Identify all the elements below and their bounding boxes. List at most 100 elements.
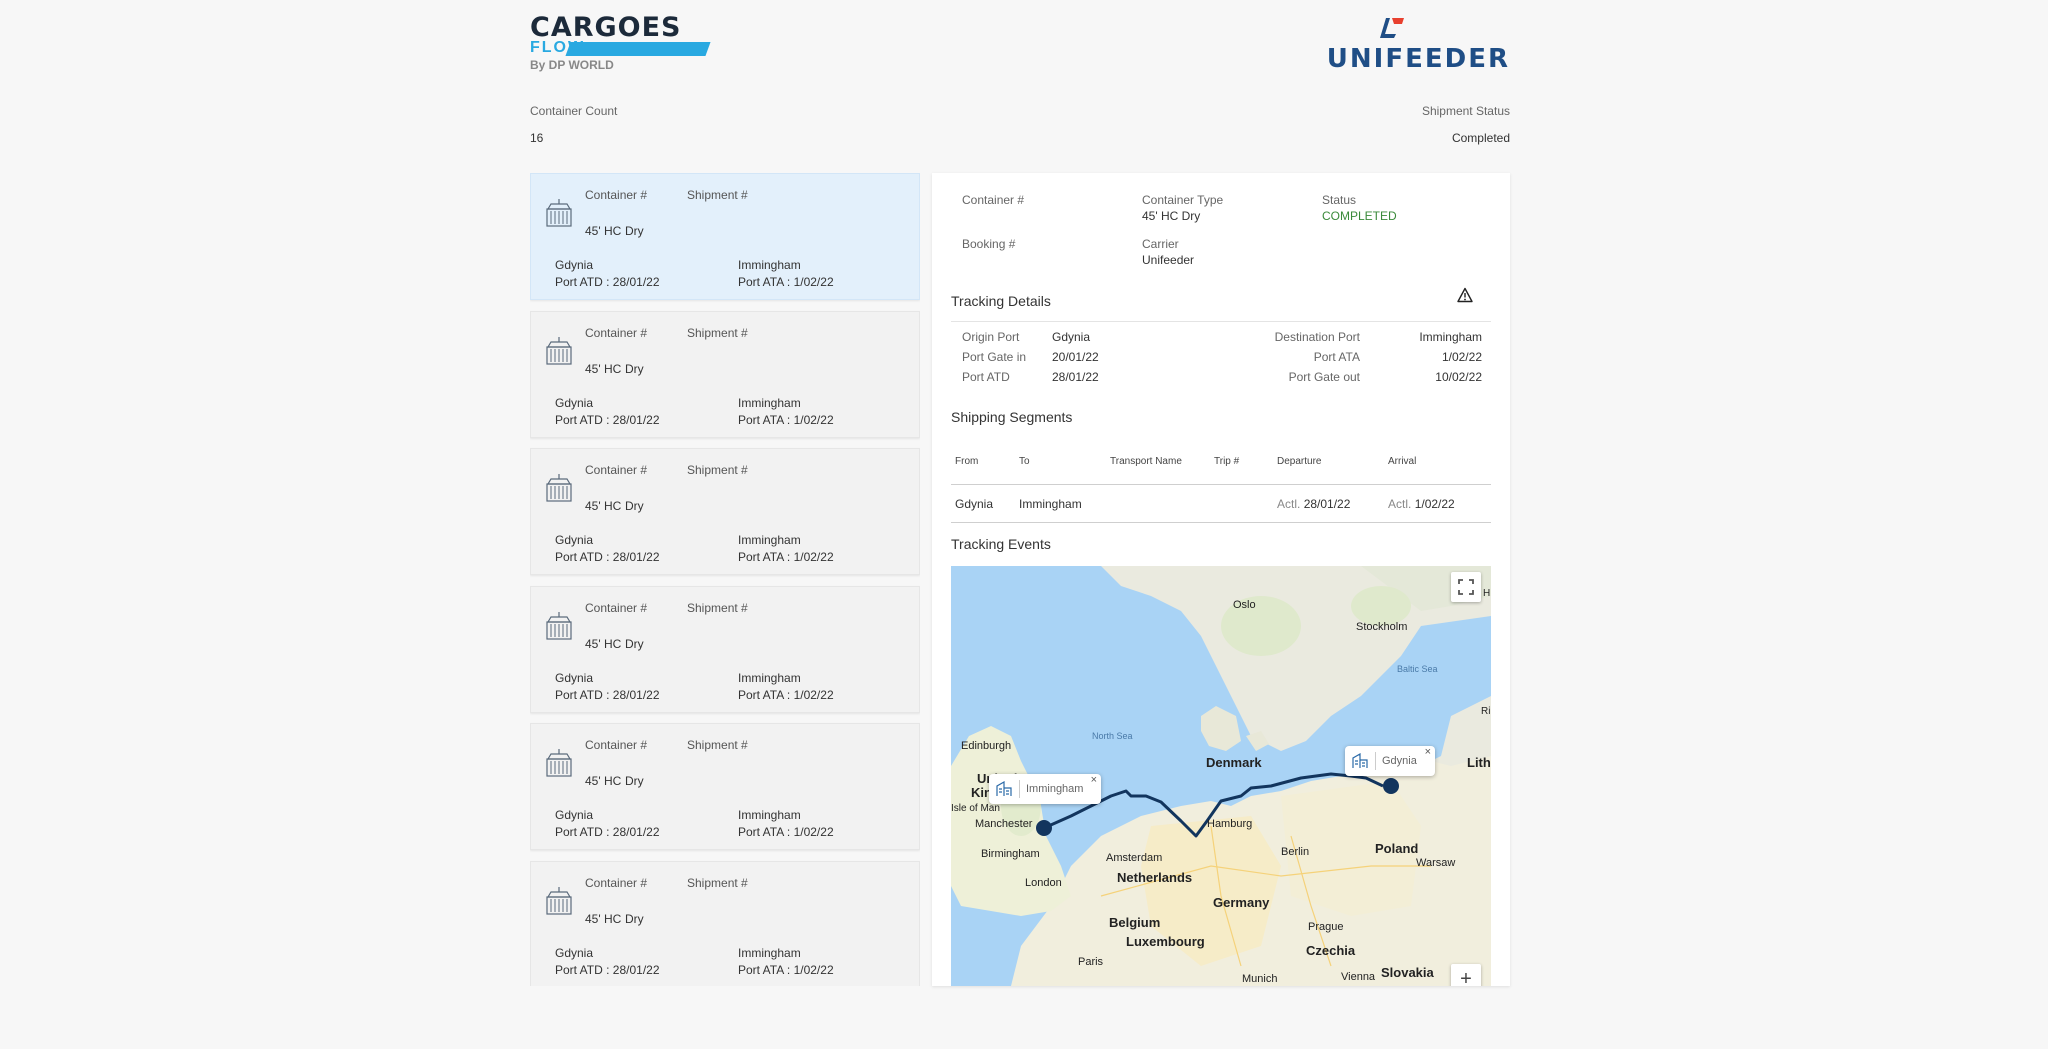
close-icon[interactable]: × (1425, 747, 1431, 758)
col-to: To (1019, 456, 1030, 467)
port-gate-in-value: 20/01/22 (1052, 350, 1099, 364)
destination-port: Immingham (738, 808, 801, 822)
destination-date: Port ATA : 1/02/22 (738, 550, 834, 564)
map-city-manchester: Manchester (975, 818, 1033, 830)
container-number-label: Container # (585, 325, 648, 340)
container-kind: Dry (625, 361, 644, 376)
segment-to: Immingham (1019, 497, 1082, 511)
status-label: Status (1322, 193, 1357, 207)
destination-port: Immingham (738, 258, 801, 272)
gdynia-popup[interactable]: Gdynia × (1345, 746, 1435, 776)
unifeeder-logo: UNIFEEDER (1327, 14, 1510, 74)
carrier-label: Carrier (1142, 237, 1179, 251)
container-card[interactable]: Container # Shipment # 45' HC Dry Gdynia Port… (530, 173, 920, 300)
port-crane-icon (1352, 753, 1368, 768)
immingham-popup[interactable]: Immingham × (989, 774, 1101, 804)
port-ata-value: 1/02/22 (1441, 350, 1482, 364)
map-city-warsaw: Warsaw (1416, 857, 1456, 869)
close-icon[interactable]: × (1091, 775, 1097, 786)
container-size: 45' HC (585, 224, 622, 238)
map-country-czechia: Czechia (1306, 943, 1356, 958)
col-transport-name: Transport Name (1110, 456, 1182, 467)
plus-icon: + (1460, 967, 1472, 987)
container-card[interactable]: Container # Shipment # 45' HC Dry Gdynia Port… (530, 723, 920, 850)
container-size: 45' HC (585, 911, 622, 926)
container-number-label: Container # (962, 193, 1025, 207)
shipment-number-label: Shipment # (687, 738, 748, 752)
shipment-number-label: Shipment # (687, 188, 748, 202)
map-city-london: London (1025, 877, 1062, 889)
col-from: From (955, 456, 979, 467)
container-card[interactable]: Container # Shipment # 45' HC Dry Gdynia Port… (530, 448, 920, 575)
port-atd-value: 28/01/22 (1052, 370, 1099, 384)
map-city-prague: Prague (1308, 921, 1344, 933)
map-city-munich: Munich (1242, 973, 1278, 985)
origin-port-label: Origin Port (962, 330, 1020, 344)
map-country-luxembourg: Luxembourg (1126, 934, 1205, 949)
container-icon (545, 336, 573, 366)
cargoes-flow-logo: CARGOES FLOW By DP WORLD (530, 12, 720, 72)
container-number-label: Container # (585, 600, 648, 615)
container-icon (545, 611, 573, 641)
tracking-map[interactable]: Oslo Stockholm Baltic Sea North Sea Edin… (951, 566, 1491, 986)
destination-port: Immingham (738, 533, 801, 547)
container-size: 45' HC (585, 636, 622, 651)
map-sea-baltic: Baltic Sea (1397, 664, 1438, 674)
destination-port: Immingham (738, 945, 801, 960)
page: CARGOES FLOW By DP WORLD UNIFEEDER Conta… (530, 0, 1510, 1049)
destination-date: Port ATA : 1/02/22 (738, 687, 834, 702)
container-card[interactable]: Container # Shipment # 45' HC Dry Gdynia Port… (530, 585, 920, 713)
container-number-label: Container # (585, 875, 648, 890)
origin-date: Port ATD : 28/01/22 (555, 687, 660, 702)
gdynia-popup-label: Gdynia (1382, 755, 1417, 767)
map-edge-label-1: H (1483, 588, 1491, 599)
fullscreen-button[interactable] (1451, 572, 1481, 602)
map-country-belgium: Belgium (1109, 915, 1161, 930)
flow-wordmark: FLOW (530, 39, 586, 56)
container-list[interactable]: Container # Shipment #45' HC Dry Gdynia Port… (530, 173, 920, 986)
status-value: COMPLETED (1322, 209, 1397, 223)
map-city-paris: Paris (1078, 956, 1104, 968)
container-kind: Dry (625, 636, 644, 651)
unifeeder-wordmark: UNIFEEDER (1326, 44, 1510, 74)
container-detail-panel: Container # Container Type 45' HC Dry St… (932, 173, 1510, 986)
port-gate-in-label: Port Gate in (962, 350, 1027, 364)
carrier-value: Unifeeder (1142, 253, 1195, 267)
container-card[interactable]: Container # Shipment # 45' HC Dry Gdynia Port… (530, 310, 920, 438)
col-departure: Departure (1277, 456, 1322, 467)
by-dp-world: By DP WORLD (530, 58, 614, 72)
destination-date: Port ATA : 1/02/22 (738, 275, 834, 289)
origin-port: Gdynia (555, 670, 594, 685)
container-icon (545, 198, 573, 228)
fullscreen-icon (1458, 579, 1474, 595)
container-count-label: Container Count (530, 104, 618, 118)
zoom-in-button[interactable]: + (1451, 964, 1481, 986)
destination-port-value: Immingham (1419, 330, 1482, 344)
container-count-value: 16 (530, 131, 544, 145)
container-kind: Dry (625, 224, 644, 238)
container-icon (545, 748, 573, 778)
container-size: 45' HC (585, 499, 622, 513)
container-card[interactable]: Container # Shipment # 45' HC Dry Gdynia Port… (530, 860, 920, 986)
origin-port: Gdynia (555, 395, 594, 410)
warning-icon[interactable] (1457, 287, 1473, 303)
immingham-marker (1036, 820, 1052, 836)
immingham-popup-label: Immingham (1026, 783, 1084, 795)
container-size: 45' HC (585, 774, 622, 788)
container-type-label: Container Type (1142, 193, 1224, 207)
origin-date: Port ATD : 28/01/22 (555, 962, 660, 977)
cargoes-wordmark: CARGOES (530, 12, 682, 43)
container-kind: Dry (625, 774, 644, 788)
map-country-lithuania: Lithu (1467, 755, 1491, 770)
container-kind: Dry (625, 499, 644, 513)
map-country-germany: Germany (1213, 895, 1270, 910)
port-gate-out-value: 10/02/22 (1435, 370, 1482, 384)
destination-port: Immingham (738, 395, 801, 410)
destination-port: Immingham (738, 670, 801, 685)
map-country-denmark: Denmark (1206, 755, 1262, 770)
port-atd-label: Port ATD (962, 370, 1010, 384)
port-gate-out-label: Port Gate out (1288, 370, 1360, 384)
container-size: 45' HC (585, 361, 622, 376)
segment-arrival: Actl. 1/02/22 (1388, 497, 1455, 511)
origin-port: Gdynia (555, 533, 594, 547)
